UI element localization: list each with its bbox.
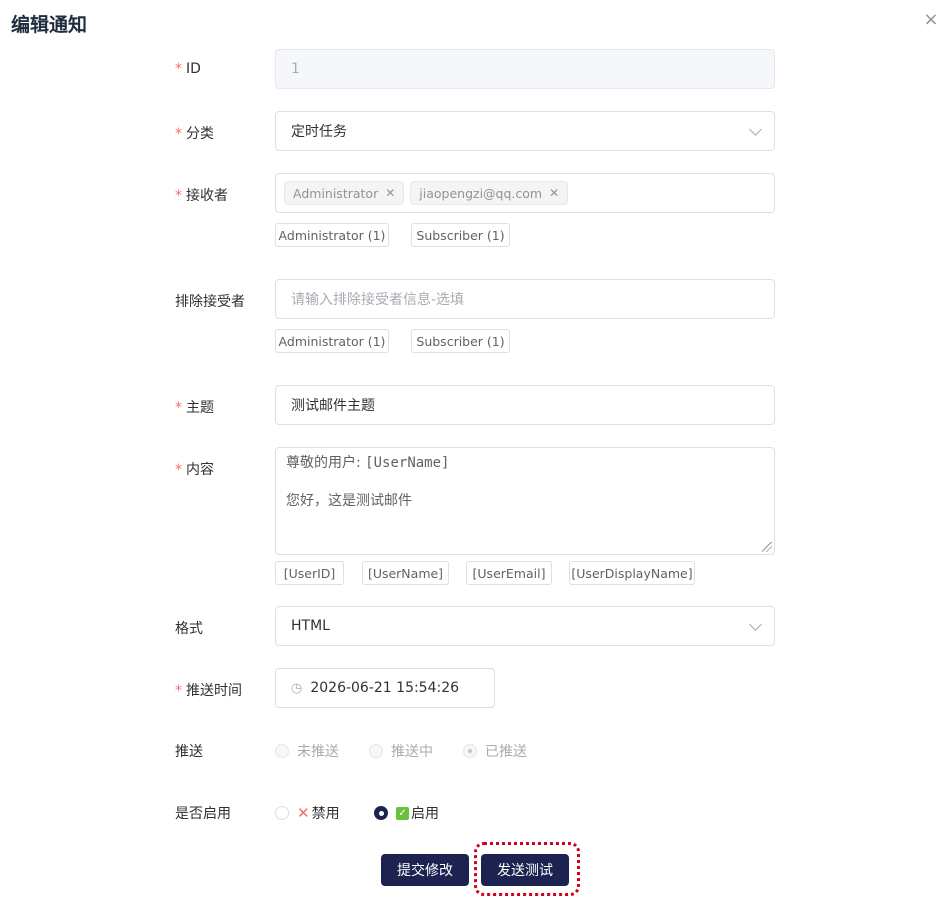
tag-close-icon[interactable]: ✕ <box>385 186 395 200</box>
push-time-label: * 推送时间 <box>175 683 242 699</box>
recipient-tag: Administrator ✕ <box>284 181 405 205</box>
var-chip-useremail[interactable]: [UserEmail] <box>466 561 552 585</box>
chevron-down-icon <box>749 123 762 136</box>
recipients-chip-administrator[interactable]: Administrator (1) <box>275 223 389 247</box>
category-label: * 分类 <box>175 126 214 142</box>
enabled-label: 是否启用 <box>175 806 231 822</box>
check-icon: ✓ <box>396 806 409 820</box>
var-chip-userdisplayname[interactable]: [UserDisplayName] <box>569 561 695 585</box>
var-chip-username[interactable]: [UserName] <box>362 561 449 585</box>
push-status-radio-pushing: 推送中 <box>369 741 433 761</box>
content-textarea[interactable]: 尊敬的用户: [UserName] 您好，这是测试邮件 <box>275 447 775 555</box>
dialog-title: 编辑通知 <box>11 14 88 36</box>
chevron-down-icon <box>749 618 762 631</box>
tag-close-icon[interactable]: ✕ <box>549 186 559 200</box>
format-label: 格式 <box>175 621 203 637</box>
enabled-radio-disable[interactable]: ✕ 禁用 <box>275 803 340 823</box>
recipients-select[interactable]: Administrator ✕ jiaopengzi@qq.com ✕ <box>275 173 775 213</box>
format-select[interactable]: HTML <box>275 606 775 646</box>
exclude-chip-subscriber[interactable]: Subscriber (1) <box>411 329 510 353</box>
cross-icon: ✕ <box>297 804 310 822</box>
recipient-tag: jiaopengzi@qq.com ✕ <box>410 181 569 205</box>
recipients-chip-subscriber[interactable]: Subscriber (1) <box>411 223 510 247</box>
exclude-input[interactable]: 请输入排除接受者信息-选填 <box>275 279 775 319</box>
id-label: * ID <box>175 61 201 77</box>
push-status-label: 推送 <box>175 744 203 760</box>
close-icon[interactable]: × <box>922 11 940 29</box>
category-select[interactable]: 定时任务 <box>275 111 775 151</box>
id-field: 1 <box>275 49 775 89</box>
resize-handle-icon[interactable] <box>762 542 772 552</box>
enabled-radio-enable[interactable]: ✓ 启用 <box>374 803 439 823</box>
recipients-label: * 接收者 <box>175 188 228 204</box>
content-label: * 内容 <box>175 462 214 478</box>
send-test-button[interactable]: 发送测试 <box>481 854 569 886</box>
exclude-chip-administrator[interactable]: Administrator (1) <box>275 329 389 353</box>
clock-icon: ◷ <box>291 680 303 696</box>
subject-label: * 主题 <box>175 400 214 416</box>
push-status-radio-pending: 未推送 <box>275 741 339 761</box>
var-chip-userid[interactable]: [UserID] <box>275 561 344 585</box>
subject-input[interactable]: 测试邮件主题 <box>275 385 775 425</box>
exclude-label: 排除接受者 <box>175 294 245 310</box>
push-time-picker[interactable]: ◷ 2026-06-21 15:54:26 <box>275 668 495 708</box>
push-status-radio-pushed: 已推送 <box>463 741 527 761</box>
submit-button[interactable]: 提交修改 <box>381 854 469 886</box>
